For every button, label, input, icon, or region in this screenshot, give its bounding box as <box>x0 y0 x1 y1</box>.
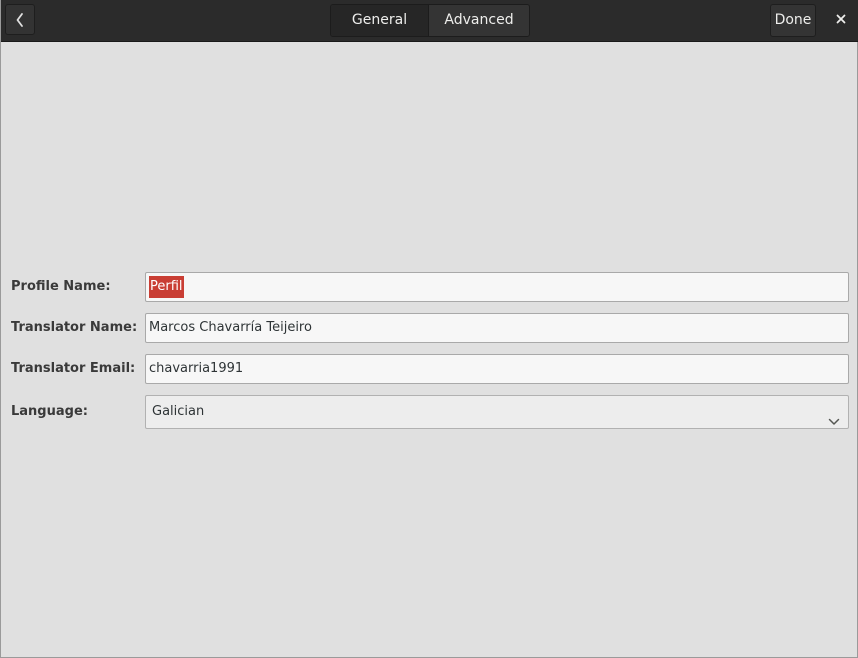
language-label: Language: <box>11 404 88 419</box>
close-button[interactable] <box>830 9 852 31</box>
chevron-down-icon <box>828 407 840 439</box>
translator-email-label: Translator Email: <box>11 361 136 376</box>
tab-switcher: General Advanced <box>330 4 530 37</box>
back-button[interactable] <box>5 4 35 35</box>
language-value: Galician <box>152 404 205 419</box>
profile-dialog: General Advanced Done Profile Name: Perf… <box>0 0 858 658</box>
tab-general[interactable]: General <box>331 5 429 36</box>
profile-name-field[interactable]: Perfil <box>145 272 849 302</box>
chevron-left-icon <box>15 12 25 28</box>
done-button[interactable]: Done <box>770 4 816 37</box>
profile-name-value: Perfil <box>149 276 184 298</box>
tab-advanced[interactable]: Advanced <box>429 5 529 36</box>
translator-name-field[interactable]: Marcos Chavarría Teijeiro <box>145 313 849 343</box>
translator-email-field[interactable]: chavarria1991 <box>145 354 849 384</box>
close-icon <box>836 13 846 28</box>
profile-name-label: Profile Name: <box>11 279 111 294</box>
language-dropdown[interactable]: Galician <box>145 395 849 429</box>
translator-name-label: Translator Name: <box>11 320 138 335</box>
header-bar: General Advanced Done <box>1 0 858 42</box>
